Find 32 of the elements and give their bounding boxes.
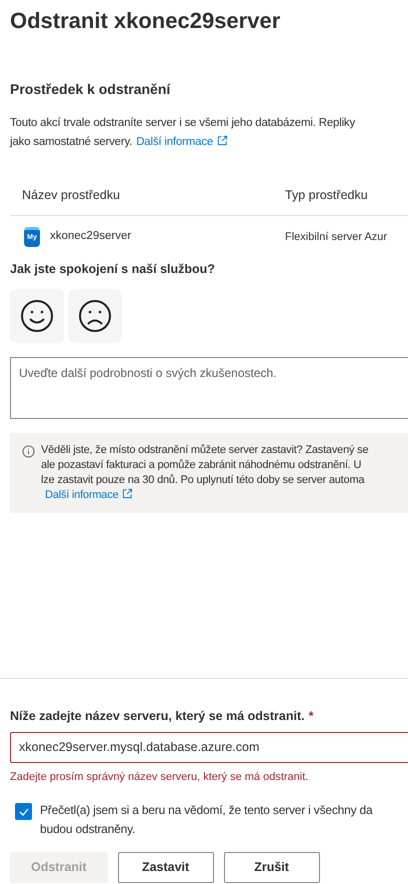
table-cell-text: xkonec29server: [50, 229, 132, 244]
description-text: jako samostatné servery.: [10, 135, 132, 150]
checkbox-label: Přečetl(a) jsem si a beru na vědomí, že tento server i všechny da: [40, 802, 372, 820]
external-link-icon: [122, 488, 134, 499]
required-mark: *: [308, 708, 314, 725]
checkbox[interactable]: [15, 803, 32, 820]
server-name-field[interactable]: xkonec29server.mysql.database.azure.com: [10, 732, 408, 763]
section-heading: Prostředek k odstranění: [10, 80, 172, 99]
info-icon: [22, 444, 35, 458]
table-cell-text: Flexibilní server Azur: [285, 230, 388, 245]
column-header: Typ prostředku: [285, 187, 368, 204]
description-text: Touto akcí trvale odstraníte server i se všemi jeho databázemi. Repliky: [10, 116, 356, 131]
more-info-link[interactable]: Další informace: [45, 488, 134, 501]
info-text: ale pozastaví fakturaci a pomůže zabránit náhodnému odstranění. U: [41, 458, 362, 473]
external-link-icon: [217, 135, 228, 146]
checkmark-icon: [18, 808, 28, 816]
sad-face-icon: [78, 298, 112, 333]
info-text: lze zastavit pouze na 30 dnů. Po uplynutí této doby se server automa: [41, 472, 366, 488]
error-message: Zadejte prosím správný název serveru, který se má odstranit.: [10, 770, 310, 785]
feedback-field[interactable]: Uveďte další podrobnosti o svých zkušenostech.: [10, 356, 408, 419]
field-label: Níže zadejte název serveru, který se má odstranit.: [10, 708, 305, 725]
checkbox-label: budou odstraněny.: [40, 821, 136, 838]
action-button[interactable]: Zrušit: [224, 852, 320, 884]
page-title: Odstranit xkonec29server: [10, 7, 282, 35]
column-header: Název prostředku: [21, 187, 121, 204]
info-text: Věděli jste, že místo odstranění můžete server zastavit? Zastavený se: [41, 442, 368, 458]
more-info-link[interactable]: Další informace: [136, 133, 228, 152]
rating-button[interactable]: [68, 288, 122, 343]
feedback-question: Jak jste spokojení s naší službou?: [10, 261, 216, 278]
action-button[interactable]: Zastavit: [118, 852, 214, 884]
smiley-face-icon: [20, 298, 54, 333]
rating-button[interactable]: [10, 288, 64, 343]
